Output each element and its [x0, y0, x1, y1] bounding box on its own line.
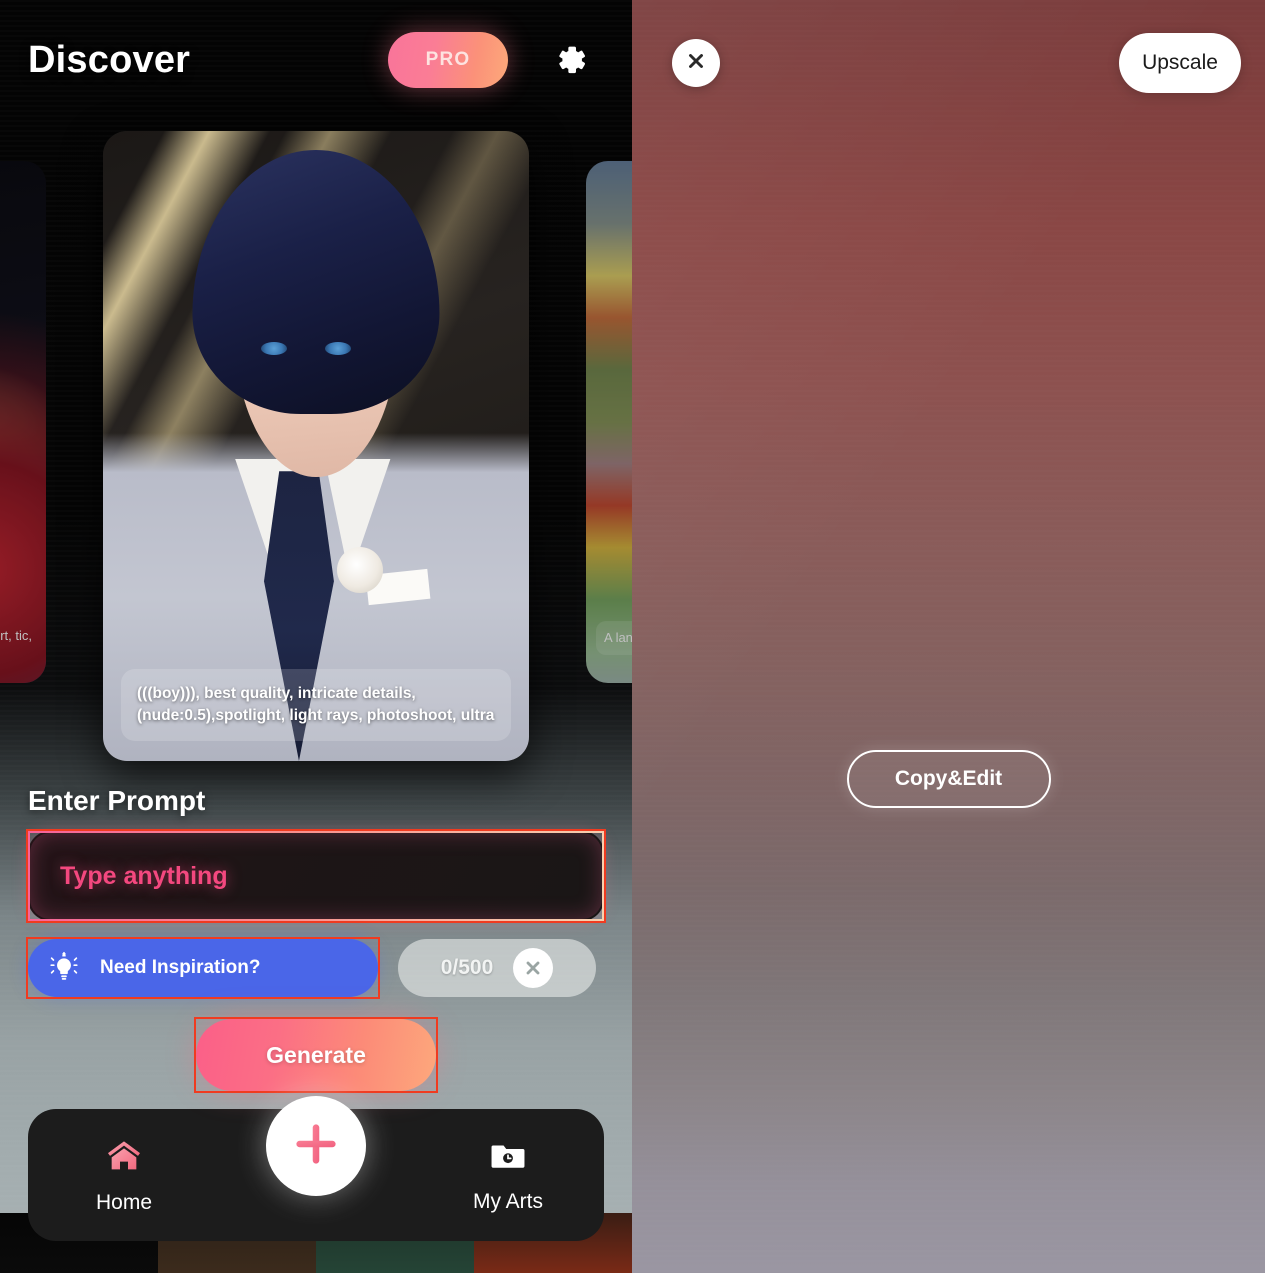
prompt-input-placeholder: Type anything: [60, 861, 228, 890]
close-icon: [685, 50, 707, 77]
discover-header: Discover PRO: [0, 0, 632, 120]
carousel-caption-line2: (nude:0.5),spotlight, light rays, photos…: [137, 707, 495, 724]
clear-prompt-button[interactable]: [513, 948, 554, 988]
carousel-peek-caption-right: A lands ground: [596, 621, 632, 655]
carousel-caption-line1: (((boy))), best quality, intricate detai…: [137, 685, 416, 702]
result-header: Upscale: [632, 0, 1265, 126]
art-boutonniere: [337, 546, 384, 593]
carousel-peek-card-left[interactable]: rt, tic,: [0, 161, 46, 683]
art-eye-left: [260, 342, 287, 356]
carousel-main-image: [103, 131, 529, 761]
need-inspiration-button[interactable]: Need Inspiration?: [28, 939, 378, 997]
inspiration-annotation: Need Inspiration?: [26, 937, 380, 999]
carousel-peek-card-right[interactable]: A lands ground: [586, 161, 632, 683]
generate-button-label: Generate: [266, 1041, 366, 1068]
prompt-input-annotation: Type anything: [26, 829, 606, 923]
image-carousel[interactable]: rt, tic, A lands ground: [0, 131, 632, 761]
char-counter-text: 0/500: [440, 956, 494, 979]
copy-edit-button[interactable]: Copy&Edit: [846, 750, 1051, 808]
carousel-peek-caption-left: rt, tic,: [0, 628, 32, 644]
right-sheen-overlay: [632, 0, 1265, 1273]
home-icon: [102, 1136, 146, 1181]
upscale-button-label: Upscale: [1142, 51, 1218, 74]
generate-button[interactable]: Generate: [196, 1019, 436, 1091]
result-panel: Upscale Copy&Edit P: [632, 0, 1265, 1273]
prompt-section: Enter Prompt Type anything Need Inspirat…: [0, 785, 632, 1093]
upscale-button[interactable]: Upscale: [1119, 33, 1241, 93]
pro-button[interactable]: PRO: [388, 32, 508, 88]
lightbulb-icon: [28, 951, 100, 985]
discover-panel: rt, tic, A lands ground: [0, 0, 632, 1273]
char-counter-chip: 0/500: [398, 939, 596, 997]
nav-item-my-arts[interactable]: My Arts: [412, 1137, 604, 1214]
generate-row: Generate: [0, 1017, 632, 1093]
nav-item-home[interactable]: Home: [28, 1136, 220, 1215]
gear-icon[interactable]: [548, 38, 592, 82]
enter-prompt-label: Enter Prompt: [28, 785, 206, 816]
generate-annotation: Generate: [194, 1017, 438, 1093]
pro-button-label: PRO: [425, 49, 471, 70]
nav-item-home-label: Home: [95, 1190, 153, 1214]
folder-clock-icon: [487, 1137, 529, 1180]
prompt-input[interactable]: Type anything: [28, 831, 604, 921]
create-button[interactable]: [266, 1096, 366, 1196]
close-button[interactable]: [672, 39, 720, 87]
art-eye-right: [324, 342, 351, 356]
carousel-main-card[interactable]: (((boy))), best quality, intricate detai…: [103, 131, 529, 761]
prompt-controls-row: Need Inspiration? 0/500: [26, 937, 604, 999]
carousel-peek-art-left: [0, 161, 46, 683]
need-inspiration-label: Need Inspiration?: [100, 957, 261, 978]
nav-item-my-arts-label: My Arts: [472, 1189, 543, 1213]
plus-icon: [288, 1116, 344, 1177]
copy-edit-label: Copy&Edit: [894, 767, 1003, 790]
page-title: Discover: [28, 38, 191, 81]
carousel-caption-overlay: (((boy))), best quality, intricate detai…: [121, 669, 511, 741]
app-screen: rt, tic, A lands ground: [0, 0, 1265, 1273]
carousel-peek-art-right: [586, 161, 632, 683]
copy-edit-row: Copy&Edit: [632, 750, 1265, 808]
